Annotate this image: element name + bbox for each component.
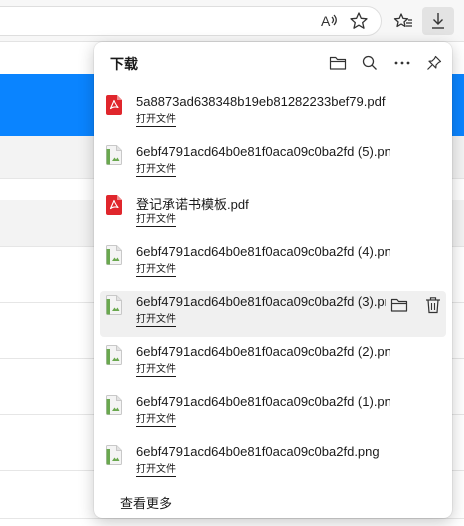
open-file-link[interactable]: 打开文件 xyxy=(136,363,176,377)
download-item[interactable]: 6ebf4791acd64b0e81f0aca09c0ba2fd.png 打开文… xyxy=(100,441,446,487)
open-file-link[interactable]: 打开文件 xyxy=(136,313,176,327)
download-item-name: 6ebf4791acd64b0e81f0aca09c0ba2fd (4).png xyxy=(136,244,390,259)
image-file-icon xyxy=(106,345,122,365)
download-item-name: 6ebf4791acd64b0e81f0aca09c0ba2fd (1).png xyxy=(136,394,390,409)
trash-icon[interactable] xyxy=(422,294,444,316)
download-item-hovered[interactable]: 6ebf4791acd64b0e81f0aca09c0ba2fd (3).png… xyxy=(100,291,446,337)
more-icon[interactable] xyxy=(389,50,415,76)
image-file-icon xyxy=(106,295,122,315)
image-file-icon xyxy=(106,145,122,165)
search-icon[interactable] xyxy=(357,50,383,76)
download-icon xyxy=(429,11,447,31)
download-item-name: 6ebf4791acd64b0e81f0aca09c0ba2fd (5).png xyxy=(136,144,390,159)
downloads-panel: 下载 5a8873ad638348b19eb81282233bef79.pdf … xyxy=(94,42,452,518)
download-item-name: 6ebf4791acd64b0e81f0aca09c0ba2fd (3).png xyxy=(136,294,386,309)
open-file-link[interactable]: 打开文件 xyxy=(136,263,176,277)
svg-text:A: A xyxy=(321,13,331,29)
favorites-icon[interactable] xyxy=(391,9,415,33)
pin-icon[interactable] xyxy=(421,50,447,76)
download-item[interactable]: 登记承诺书模板.pdf 打开文件 xyxy=(100,191,446,237)
download-item[interactable]: 6ebf4791acd64b0e81f0aca09c0ba2fd (1).png… xyxy=(100,391,446,437)
image-file-icon xyxy=(106,395,122,415)
see-more-link[interactable]: 查看更多 xyxy=(120,493,172,512)
download-item[interactable]: 5a8873ad638348b19eb81282233bef79.pdf 打开文… xyxy=(100,91,446,137)
pdf-file-icon xyxy=(106,195,122,215)
download-item-name: 5a8873ad638348b19eb81282233bef79.pdf xyxy=(136,94,386,109)
download-item[interactable]: 6ebf4791acd64b0e81f0aca09c0ba2fd (4).png… xyxy=(100,241,446,287)
open-file-link[interactable]: 打开文件 xyxy=(136,463,176,477)
show-in-folder-icon[interactable] xyxy=(388,294,410,316)
open-file-link[interactable]: 打开文件 xyxy=(136,213,176,227)
downloads-title: 下载 xyxy=(110,56,138,72)
download-item-name: 6ebf4791acd64b0e81f0aca09c0ba2fd.png xyxy=(136,444,380,459)
open-file-link[interactable]: 打开文件 xyxy=(136,163,176,177)
download-item[interactable]: 6ebf4791acd64b0e81f0aca09c0ba2fd (5).png… xyxy=(100,141,446,187)
download-item-name: 6ebf4791acd64b0e81f0aca09c0ba2fd (2).png xyxy=(136,344,390,359)
folder-icon[interactable] xyxy=(325,50,351,76)
pdf-file-icon xyxy=(106,95,122,115)
download-button[interactable] xyxy=(422,7,454,35)
image-file-icon xyxy=(106,445,122,465)
browser-toolbar: A xyxy=(0,0,464,42)
image-file-icon xyxy=(106,245,122,265)
open-file-link[interactable]: 打开文件 xyxy=(136,113,176,127)
open-file-link[interactable]: 打开文件 xyxy=(136,413,176,427)
download-item[interactable]: 6ebf4791acd64b0e81f0aca09c0ba2fd (2).png… xyxy=(100,341,446,387)
read-aloud-icon[interactable]: A xyxy=(318,9,342,33)
download-item-name: 登记承诺书模板.pdf xyxy=(136,197,249,212)
star-icon[interactable] xyxy=(347,9,371,33)
